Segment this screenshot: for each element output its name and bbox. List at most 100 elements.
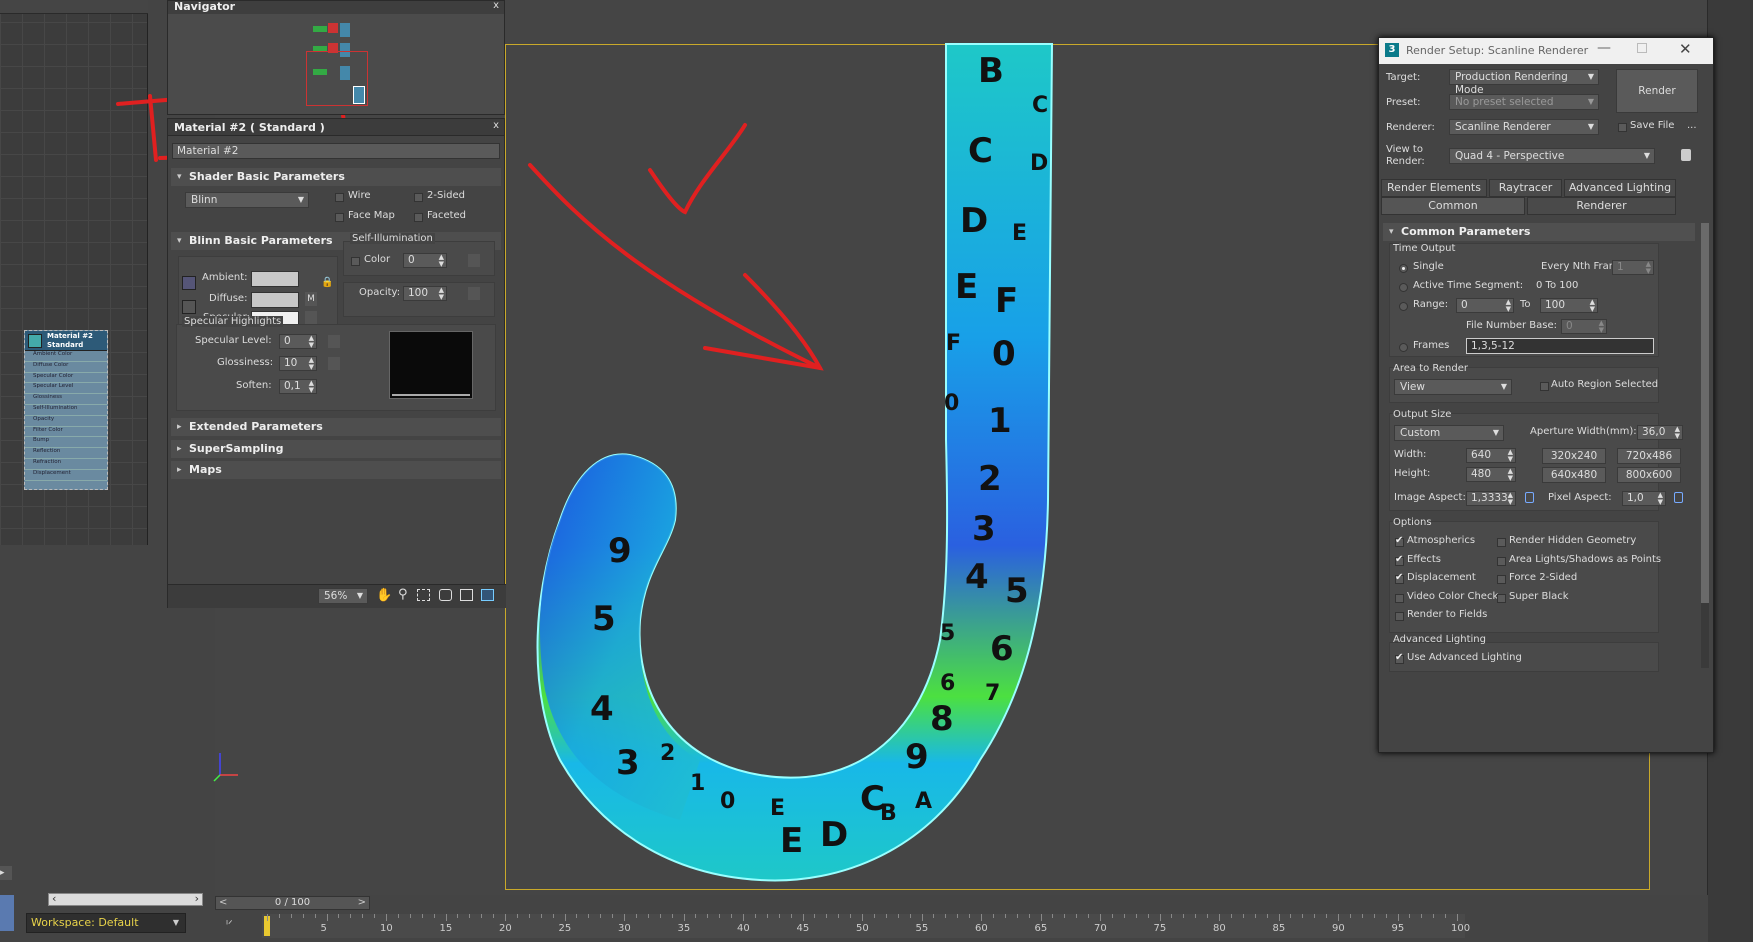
range-to[interactable]: 100 ▲ ▼: [1540, 298, 1598, 313]
option-checkbox[interactable]: [1395, 554, 1404, 566]
maps-rollout[interactable]: Maps: [171, 461, 501, 479]
tick-mark: [1147, 914, 1149, 918]
spec-level-value[interactable]: 0 ▲ ▼: [279, 334, 317, 349]
tab-common[interactable]: Common: [1381, 197, 1525, 215]
preset-800x600-button[interactable]: 800x600: [1617, 467, 1681, 483]
option-label: Video Color Check: [1407, 590, 1499, 602]
option-checkbox[interactable]: [1497, 593, 1506, 603]
extended-rollout[interactable]: Extended Parameters: [171, 418, 501, 436]
lock-diffuse-specular-icon[interactable]: [182, 300, 196, 314]
frame-selected-icon[interactable]: [481, 589, 494, 601]
preset-320x240-button[interactable]: 320x240: [1542, 448, 1606, 464]
file-number-base-value[interactable]: 0 ▲ ▼: [1561, 319, 1607, 334]
option-checkbox[interactable]: [1395, 535, 1404, 547]
time-slider[interactable]: <0 / 100 >: [215, 896, 370, 910]
tab-advanced-lighting[interactable]: Advanced Lighting: [1564, 179, 1676, 197]
common-params-rollout[interactable]: Common Parameters: [1383, 223, 1695, 241]
option-checkbox[interactable]: [1497, 575, 1506, 585]
spec-level-map-button[interactable]: [328, 335, 340, 348]
render-button[interactable]: Render: [1616, 69, 1698, 113]
face-map-checkbox[interactable]: [335, 213, 344, 222]
view-dropdown[interactable]: Quad 4 - Perspective ▼: [1449, 148, 1655, 164]
close-icon[interactable]: ✕: [1679, 40, 1692, 58]
tick-mark: [588, 914, 590, 918]
diffuse-map-button[interactable]: M: [305, 292, 317, 306]
supersampling-rollout[interactable]: SuperSampling: [171, 440, 501, 458]
lock-view-icon[interactable]: [1681, 149, 1691, 161]
target-dropdown[interactable]: Production Rendering Mode ▼: [1449, 69, 1599, 96]
material-name-field[interactable]: Material #2: [172, 143, 500, 159]
self-illum-value[interactable]: 0 ▲ ▼: [403, 253, 447, 268]
shader-rollout[interactable]: Shader Basic Parameters: [171, 168, 501, 186]
option-checkbox[interactable]: [1497, 556, 1506, 566]
image-aspect-lock-icon[interactable]: [1525, 492, 1534, 503]
more-options-button[interactable]: ...: [1687, 120, 1697, 131]
glossiness-value[interactable]: 10 ▲ ▼: [279, 356, 317, 371]
tab-render-elements[interactable]: Render Elements: [1381, 179, 1487, 197]
every-nth-value[interactable]: 1 ▲ ▼: [1612, 260, 1654, 275]
range-from[interactable]: 0 ▲ ▼: [1456, 298, 1514, 313]
pixel-aspect-value[interactable]: 1,0 ▲ ▼: [1622, 491, 1666, 506]
wire-checkbox[interactable]: [335, 193, 344, 202]
image-aspect-value[interactable]: 1,3333 ▲ ▼: [1466, 491, 1516, 506]
zoom-magnifier-icon[interactable]: ⚲: [398, 587, 408, 602]
view-to-render-label-2: Render:: [1386, 156, 1425, 167]
zoom-extents-selected-icon[interactable]: [460, 589, 473, 601]
specular-map-button[interactable]: [305, 311, 317, 325]
self-illum-color-checkbox[interactable]: [351, 257, 360, 266]
frames-radio[interactable]: [1399, 343, 1408, 352]
tick-mark: [1385, 914, 1387, 918]
preset-720x486-button[interactable]: 720x486: [1617, 448, 1681, 464]
faceted-checkbox[interactable]: [414, 213, 423, 222]
size-preset-dropdown[interactable]: Custom ▼: [1394, 425, 1504, 441]
render-scrollbar[interactable]: [1701, 223, 1709, 668]
option-checkbox[interactable]: [1395, 572, 1404, 585]
navigator-thumbnail[interactable]: [298, 21, 368, 111]
option-checkbox[interactable]: [1395, 593, 1404, 603]
minimize-icon[interactable]: —: [1597, 40, 1611, 56]
self-illum-map-button[interactable]: [468, 254, 480, 267]
aperture-value[interactable]: 36,0 ▲ ▼: [1637, 425, 1683, 440]
opacity-value[interactable]: 100 ▲ ▼: [403, 286, 447, 301]
opacity-map-button[interactable]: [468, 287, 480, 300]
lock-icon[interactable]: 🔒: [321, 277, 333, 289]
zoom-dropdown[interactable]: 56% ▼: [318, 588, 368, 604]
renderer-dropdown[interactable]: Scanline Renderer ▼: [1449, 119, 1599, 135]
height-value[interactable]: 480 ▲ ▼: [1466, 467, 1516, 482]
navigator-panel: Navigator x: [167, 0, 505, 115]
lock-ambient-diffuse-icon[interactable]: [182, 276, 196, 290]
pixel-aspect-lock-icon[interactable]: [1674, 492, 1683, 503]
use-adv-lighting-checkbox[interactable]: [1395, 652, 1404, 664]
area-dropdown[interactable]: View ▼: [1394, 379, 1512, 395]
two-sided-checkbox[interactable]: [414, 193, 423, 202]
ambient-swatch[interactable]: [251, 271, 299, 287]
shader-dropdown[interactable]: Blinn ▼: [185, 192, 309, 208]
tick-mark: [1314, 914, 1316, 918]
zoom-region-icon[interactable]: [417, 589, 430, 601]
option-checkbox[interactable]: [1395, 612, 1404, 622]
track-bar[interactable]: 5 10 15 20 25 30 35 40 45 50 55 60 65 70 75 80 85 90 95 100: [262, 914, 1470, 938]
zoom-extents-icon[interactable]: [439, 589, 452, 601]
tab-renderer[interactable]: Renderer: [1527, 197, 1676, 215]
material-close-icon[interactable]: x: [493, 120, 499, 131]
active-segment-radio[interactable]: [1399, 283, 1408, 292]
single-radio[interactable]: [1399, 264, 1408, 273]
preset-640x480-button[interactable]: 640x480: [1542, 467, 1606, 483]
pan-hand-icon[interactable]: ✋: [376, 588, 392, 603]
maximize-icon[interactable]: [1637, 43, 1647, 53]
soften-value[interactable]: 0,1 ▲ ▼: [279, 379, 317, 394]
diffuse-swatch[interactable]: [251, 292, 299, 308]
save-file-checkbox[interactable]: [1618, 123, 1627, 132]
tab-raytracer[interactable]: Raytracer: [1489, 179, 1562, 197]
navigator-close-icon[interactable]: x: [493, 0, 499, 11]
tick-mark: [1326, 914, 1328, 918]
curve-editor-icon[interactable]: ᴵᐟ: [226, 918, 233, 931]
tick-mark: [814, 914, 816, 918]
option-checkbox[interactable]: [1497, 538, 1506, 547]
glossiness-map-button[interactable]: [328, 357, 340, 370]
auto-region-checkbox[interactable]: [1540, 382, 1549, 391]
range-radio[interactable]: [1399, 302, 1408, 311]
preset-dropdown[interactable]: No preset selected ▼: [1449, 94, 1599, 110]
frames-input[interactable]: 1,3,5-12: [1466, 338, 1654, 354]
width-value[interactable]: 640 ▲ ▼: [1466, 448, 1516, 463]
